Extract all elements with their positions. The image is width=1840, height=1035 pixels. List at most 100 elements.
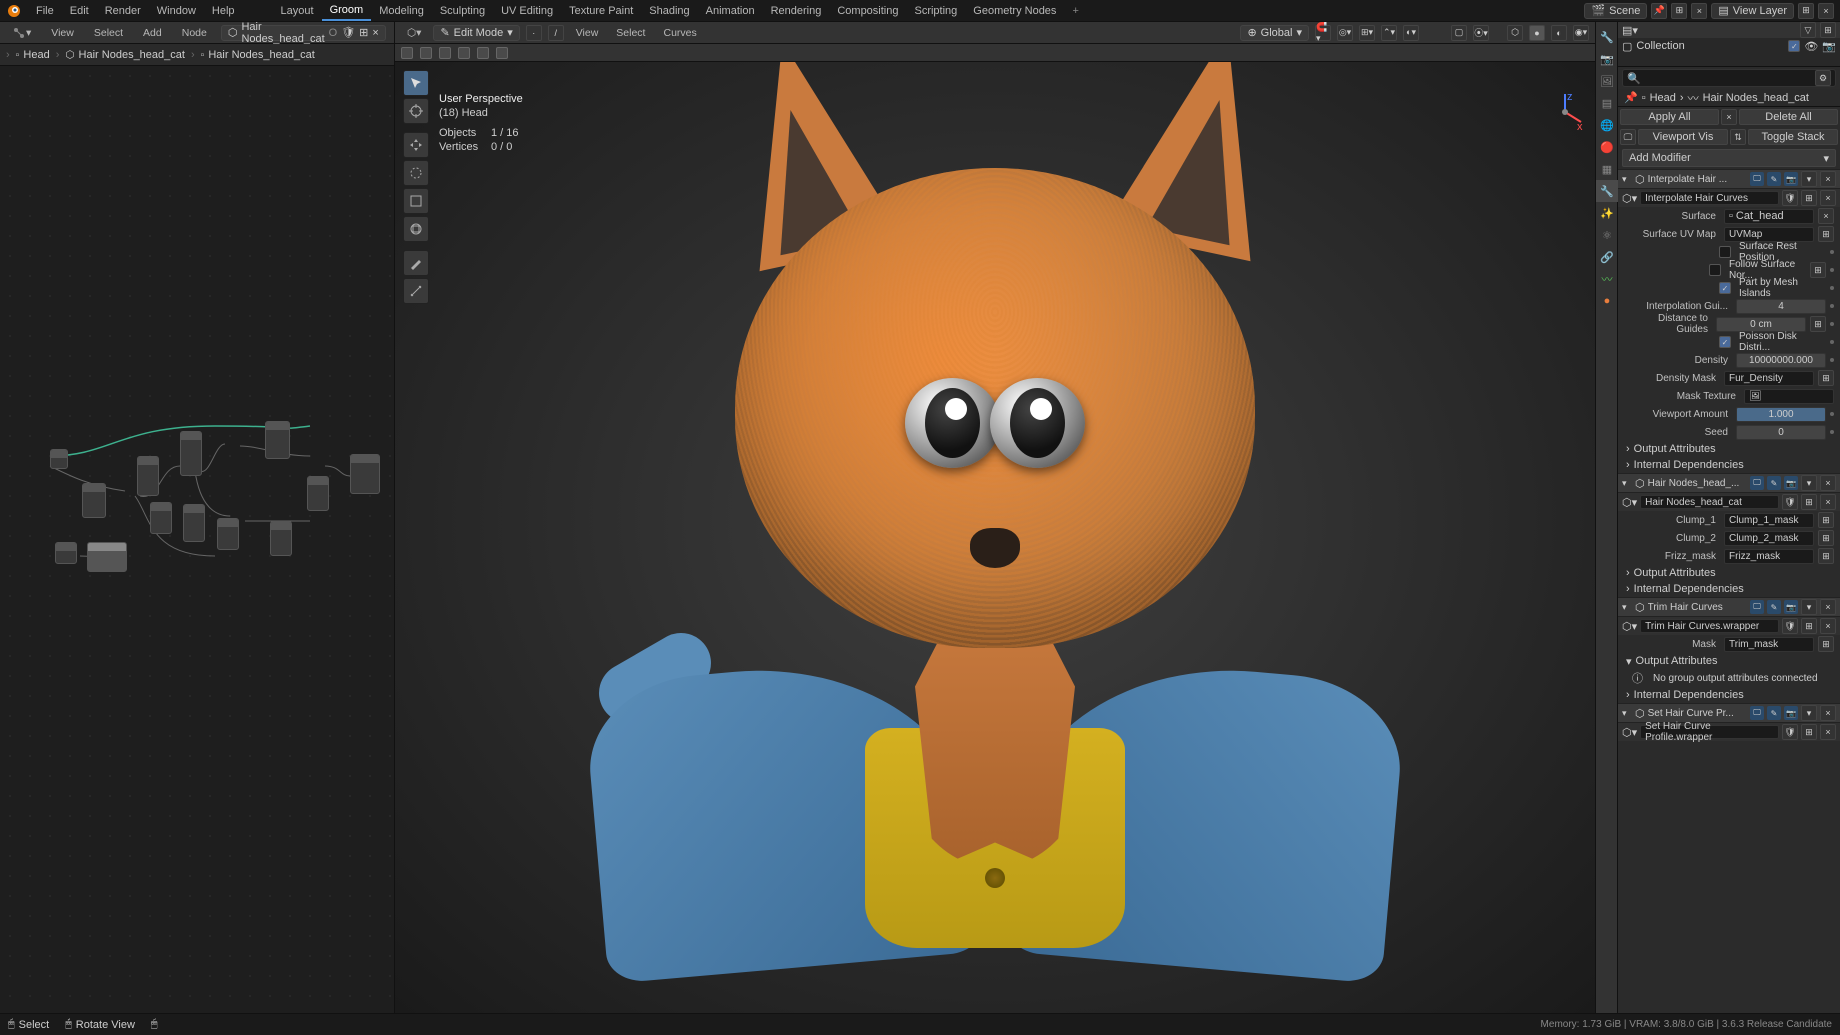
tab-scene-icon[interactable]: 🌐 bbox=[1596, 114, 1618, 136]
clump2-field[interactable]: Clump_2_mask bbox=[1724, 531, 1814, 546]
tab-groom[interactable]: Groom bbox=[322, 0, 372, 21]
fake-user-icon[interactable]: 🛡 bbox=[341, 26, 355, 39]
tab-compositing[interactable]: Compositing bbox=[829, 0, 906, 21]
new-nodetree-button[interactable]: ⊞ bbox=[359, 26, 368, 39]
orientation-selector[interactable]: ⊕ Global▾ bbox=[1240, 25, 1309, 41]
options-dropdown[interactable]: ⌃▾ bbox=[1381, 25, 1397, 41]
node-group-name-field[interactable]: Trim Hair Curves.wrapper bbox=[1640, 619, 1779, 633]
node[interactable] bbox=[137, 456, 159, 496]
attr-toggle[interactable]: ⊞ bbox=[1818, 226, 1834, 242]
dist-field[interactable]: 0 cm bbox=[1716, 317, 1806, 332]
gizmo-toggle[interactable]: ⊞▾ bbox=[1359, 25, 1375, 41]
int-deps-header[interactable]: ›Internal Dependencies bbox=[1618, 687, 1840, 703]
animate-dot[interactable] bbox=[1830, 412, 1834, 416]
tool-rotate[interactable] bbox=[403, 160, 429, 186]
fake-user-button[interactable]: 🛡 bbox=[1782, 618, 1798, 634]
tab-geonodes[interactable]: Geometry Nodes bbox=[965, 0, 1064, 21]
mask-field[interactable]: Trim_mask bbox=[1724, 637, 1814, 652]
modifier-close[interactable]: × bbox=[1820, 599, 1836, 615]
overlay-toggle[interactable]: ⦿▾ bbox=[1473, 25, 1489, 41]
density-field[interactable]: 10000000.000 bbox=[1736, 353, 1826, 368]
duplicate-button[interactable]: ⊞ bbox=[1801, 494, 1817, 510]
eye-icon[interactable]: 👁 bbox=[1804, 40, 1818, 53]
xray-toggle[interactable]: ▢ bbox=[1451, 25, 1467, 41]
mesh-islands-checkbox[interactable]: ✓ bbox=[1719, 282, 1731, 294]
tab-layout[interactable]: Layout bbox=[273, 0, 322, 21]
node-editor-canvas[interactable] bbox=[0, 66, 394, 1013]
node[interactable] bbox=[50, 449, 68, 469]
unlink-button[interactable]: × bbox=[1820, 190, 1836, 206]
tool-cursor[interactable] bbox=[403, 98, 429, 124]
shading-rendered[interactable]: ◉▾ bbox=[1573, 25, 1589, 41]
animate-dot[interactable] bbox=[1830, 268, 1834, 272]
viewlayer-delete-button[interactable]: × bbox=[1818, 3, 1834, 19]
modifier-close[interactable]: × bbox=[1820, 171, 1836, 187]
node[interactable] bbox=[82, 483, 106, 518]
chevron-down-icon[interactable]: ▾ bbox=[1622, 174, 1632, 185]
nav-gizmo[interactable]: zx bbox=[1545, 92, 1585, 132]
vp-menu-view[interactable]: View bbox=[570, 25, 605, 41]
tab-particles-icon[interactable]: ✨ bbox=[1596, 202, 1618, 224]
duplicate-button[interactable]: ⊞ bbox=[1801, 618, 1817, 634]
search-input[interactable] bbox=[1641, 73, 1815, 84]
editmode-toggle[interactable]: ✎ bbox=[1767, 706, 1781, 720]
viewport-vis-button[interactable]: Viewport Vis bbox=[1638, 129, 1728, 145]
editmode-toggle[interactable]: ✎ bbox=[1767, 600, 1781, 614]
realtime-toggle[interactable]: 🖵 bbox=[1750, 600, 1764, 614]
render-toggle[interactable]: 📷 bbox=[1784, 476, 1798, 490]
node[interactable] bbox=[265, 421, 290, 459]
scene-selector[interactable]: 🎬 Scene bbox=[1584, 3, 1647, 19]
tab-shading[interactable]: Shading bbox=[641, 0, 697, 21]
menu-edit[interactable]: Edit bbox=[62, 0, 97, 21]
exclude-checkbox[interactable]: ✓ bbox=[1788, 40, 1800, 52]
viewlayer-new-button[interactable]: ⊞ bbox=[1798, 3, 1814, 19]
attr-toggle[interactable]: ⊞ bbox=[1818, 370, 1834, 386]
seed-field[interactable]: 0 bbox=[1736, 425, 1826, 440]
menu-window[interactable]: Window bbox=[149, 0, 204, 21]
bc-data-name[interactable]: Hair Nodes_head_cat bbox=[1703, 92, 1809, 104]
chevron-down-icon[interactable]: ▾ bbox=[1622, 478, 1632, 489]
node-group-name-field[interactable]: Set Hair Curve Profile.wrapper bbox=[1640, 725, 1779, 739]
editor-type-button[interactable]: ⬡▾ bbox=[401, 25, 427, 41]
uvmap-field[interactable]: UVMap bbox=[1724, 227, 1814, 242]
attr-toggle[interactable]: ⊞ bbox=[1818, 512, 1834, 528]
camera-icon-small[interactable]: 📷 bbox=[1822, 40, 1836, 53]
unlink-button[interactable]: × bbox=[1820, 494, 1836, 510]
bc-object[interactable]: ▫ Head bbox=[16, 49, 50, 61]
tab-rendering[interactable]: Rendering bbox=[763, 0, 830, 21]
tool-scale[interactable] bbox=[403, 188, 429, 214]
interp-field[interactable]: 4 bbox=[1736, 299, 1826, 314]
modifier-header-interpolate[interactable]: ▾ ⬡ Interpolate Hair ... 🖵 ✎ 📷 ▾ × bbox=[1618, 169, 1840, 189]
node[interactable] bbox=[217, 518, 239, 550]
proportional-toggle[interactable]: ◎▾ bbox=[1337, 25, 1353, 41]
sel-icon[interactable] bbox=[401, 47, 413, 59]
modifier-close[interactable]: × bbox=[1820, 705, 1836, 721]
poisson-checkbox[interactable]: ✓ bbox=[1719, 336, 1731, 348]
unlink-button[interactable]: × bbox=[1820, 618, 1836, 634]
rest-pos-checkbox[interactable] bbox=[1719, 246, 1731, 258]
vp-menu-curves[interactable]: Curves bbox=[657, 25, 702, 41]
animate-dot[interactable] bbox=[1830, 430, 1834, 434]
fake-user-button[interactable]: 🛡 bbox=[1782, 724, 1798, 740]
tool-annotate[interactable] bbox=[403, 250, 429, 276]
options-icon[interactable]: ⚙ bbox=[1815, 70, 1831, 86]
menu-render[interactable]: Render bbox=[97, 0, 149, 21]
tab-object-icon[interactable]: ▦ bbox=[1596, 158, 1618, 180]
mask-tex-field[interactable]: 🖼 bbox=[1744, 389, 1834, 404]
overlays-toggle[interactable]: ◐▾ bbox=[1403, 25, 1419, 41]
realtime-toggle[interactable]: 🖵 bbox=[1750, 172, 1764, 186]
int-deps-header[interactable]: ›Internal Dependencies bbox=[1618, 457, 1840, 473]
shading-solid[interactable]: ● bbox=[1529, 25, 1545, 41]
tab-render-icon[interactable]: 📷 bbox=[1596, 48, 1618, 70]
node-group-name-field[interactable]: Hair Nodes_head_cat bbox=[1640, 495, 1779, 509]
animate-dot[interactable] bbox=[1830, 304, 1834, 308]
toggle-stack-button[interactable]: Toggle Stack bbox=[1748, 129, 1838, 145]
pin-icon[interactable]: 📌 bbox=[1624, 91, 1638, 104]
realtime-toggle[interactable]: 🖵 bbox=[1750, 706, 1764, 720]
sel-icon[interactable] bbox=[458, 47, 470, 59]
realtime-toggle[interactable]: 🖵 bbox=[1750, 476, 1764, 490]
sel-icon[interactable] bbox=[439, 47, 451, 59]
render-toggle[interactable]: 📷 bbox=[1784, 600, 1798, 614]
modifier-dropdown[interactable]: ▾ bbox=[1801, 475, 1817, 491]
surface-field[interactable]: ▫Cat_head bbox=[1724, 209, 1814, 224]
